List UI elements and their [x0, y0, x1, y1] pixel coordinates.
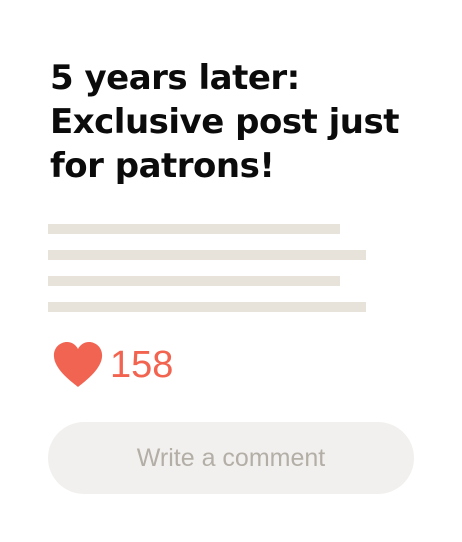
placeholder-line	[48, 276, 340, 286]
like-button[interactable]: 158	[52, 340, 173, 390]
comment-placeholder: Write a comment	[136, 443, 326, 472]
placeholder-line	[48, 224, 340, 234]
placeholder-line	[48, 250, 366, 260]
post-title: 5 years later: Exclusive post just for p…	[50, 58, 400, 186]
comment-input[interactable]: Write a comment	[48, 422, 414, 494]
heart-icon[interactable]	[52, 341, 104, 389]
post-card: 5 years later: Exclusive post just for p…	[0, 0, 462, 542]
like-count: 158	[110, 344, 174, 386]
locked-content-placeholder	[48, 224, 368, 328]
placeholder-line	[48, 302, 366, 312]
